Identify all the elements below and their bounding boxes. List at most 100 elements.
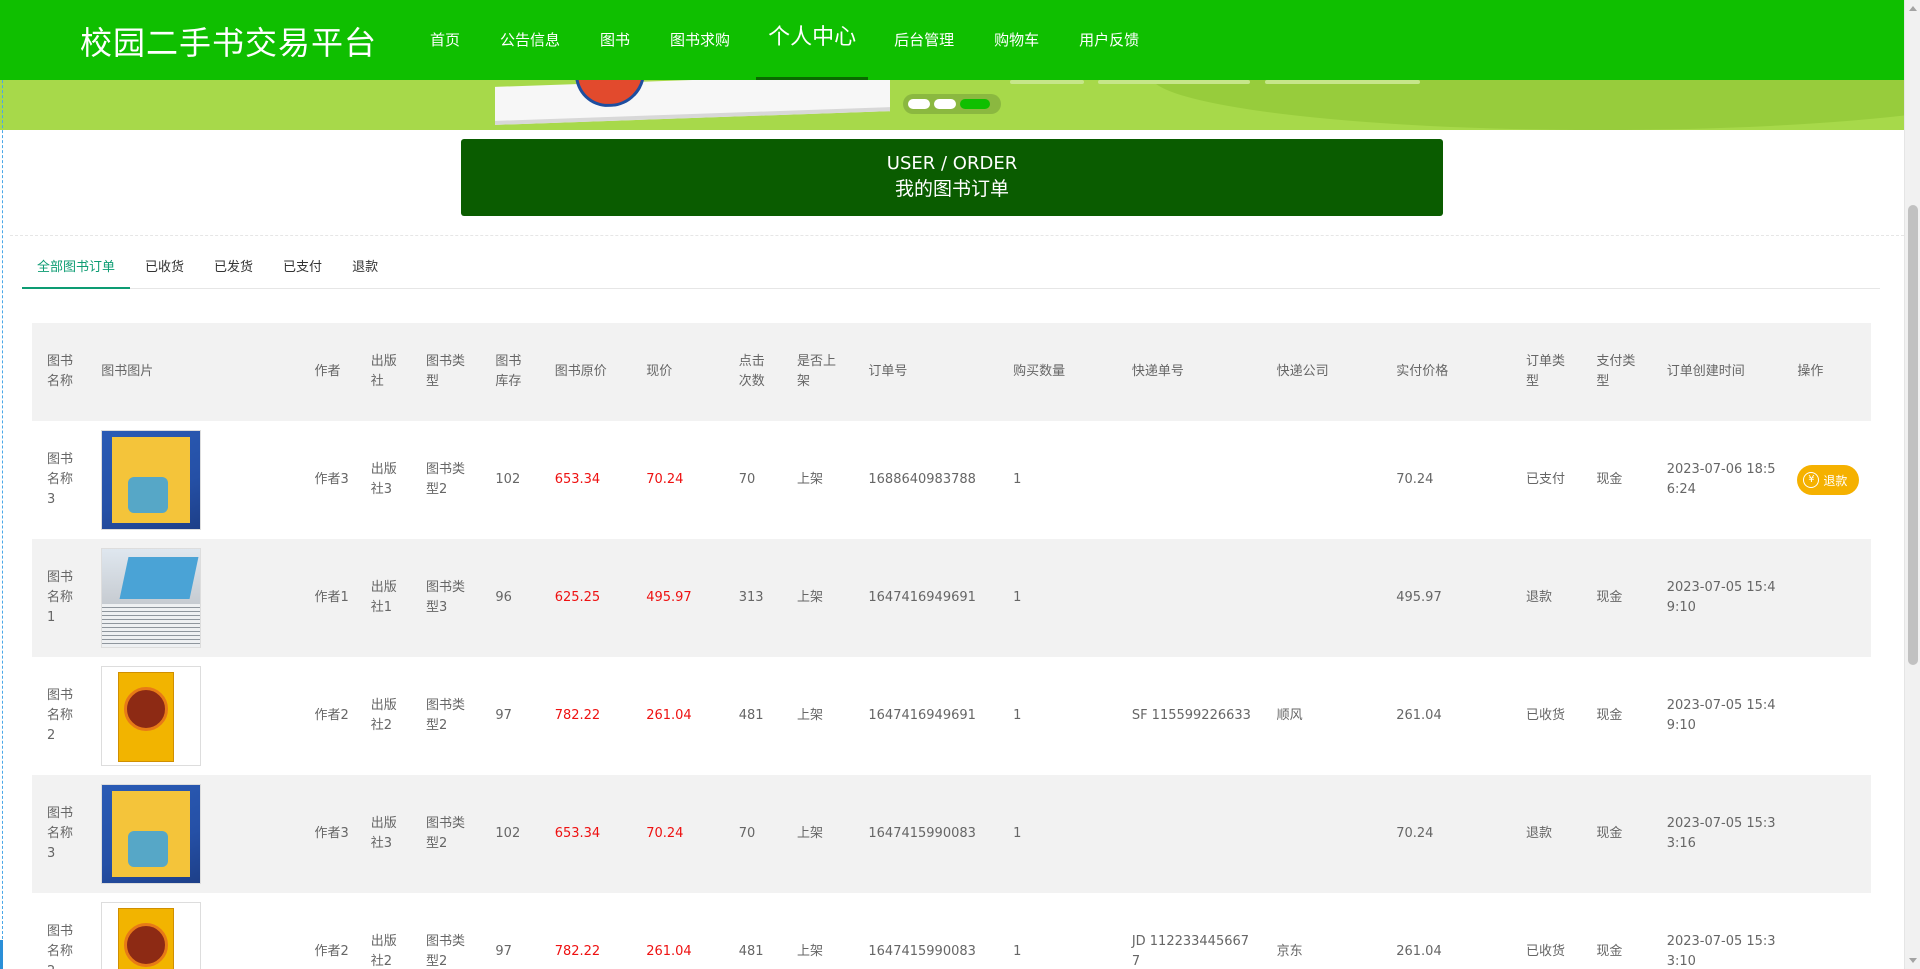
scroll-thumb[interactable]	[1908, 205, 1918, 665]
cell-created: 2023-07-05 15:33:10	[1666, 934, 1776, 969]
cell-tracking	[1117, 775, 1262, 893]
cell-created: 2023-07-05 15:49:10	[1666, 580, 1776, 615]
cell-price: 261.04	[646, 944, 692, 959]
site-brand[interactable]: 校园二手书交易平台	[80, 18, 377, 64]
cell-price: 261.04	[646, 708, 692, 723]
cell-order-type: 退款	[1525, 590, 1552, 605]
cell-listed: 上架	[797, 826, 824, 841]
table-row: 图书名称1 作者1 出版社1 图书类型3 96 625.25 495.97 313 上架 1647…	[32, 539, 1871, 657]
refund-label: 退款	[1823, 473, 1848, 488]
cell-clicks: 313	[738, 590, 764, 605]
book-cover-image[interactable]	[101, 666, 202, 766]
column-header: 出版社	[370, 354, 397, 389]
cell-type: 图书类型2	[426, 698, 466, 733]
column-header: 操作	[1797, 364, 1824, 379]
refund-button[interactable]: ¥ 退款	[1797, 465, 1860, 495]
main-nav: 首页 公告信息 图书 图书求购 个人中心 后台管理 购物车 用户反馈	[410, 0, 1159, 80]
banner-shade	[1150, 80, 1904, 130]
cell-name: 图书名称3	[47, 452, 74, 507]
cell-order-type: 已支付	[1525, 472, 1565, 487]
page-title-box: USER / ORDER 我的图书订单	[461, 139, 1443, 216]
nav-item-0[interactable]: 首页	[410, 0, 480, 80]
nav-item-1[interactable]: 公告信息	[480, 0, 580, 80]
cell-tracking	[1117, 539, 1262, 657]
cell-created: 2023-07-05 15:49:10	[1666, 698, 1776, 733]
book-cover-image[interactable]	[101, 902, 202, 969]
carousel-dot[interactable]	[934, 99, 956, 109]
cell-author: 作者3	[314, 826, 349, 841]
section-divider	[10, 235, 1904, 236]
column-header: 订单号	[868, 364, 908, 379]
column-header: 是否上架	[797, 354, 837, 389]
cell-courier: 顺风	[1276, 708, 1303, 723]
cell-pay-type: 现金	[1596, 708, 1623, 723]
cell-author: 作者2	[314, 944, 349, 959]
book-cover-image[interactable]	[101, 784, 202, 884]
cell-order-type: 退款	[1525, 826, 1552, 841]
cell-paid: 261.04	[1396, 944, 1442, 959]
cell-image	[86, 893, 299, 969]
book-cover-image[interactable]	[101, 430, 202, 530]
tab-4[interactable]: 退款	[337, 250, 393, 289]
cell-price: 70.24	[646, 472, 684, 487]
book-cover-image[interactable]	[101, 548, 202, 648]
table-header-row: 图书名称 图书图片 作者 出版社 图书类型 图书库存 图书原价 现价 点击次数 是否上架 订单号 购买…	[32, 323, 1871, 421]
nav-item-6[interactable]: 购物车	[974, 0, 1059, 80]
column-header: 现价	[646, 364, 673, 379]
cell-pay-type: 现金	[1596, 944, 1623, 959]
cell-action	[1782, 657, 1871, 775]
cell-order-type: 已收货	[1525, 708, 1565, 723]
nav-item-2[interactable]: 图书	[580, 0, 650, 80]
nav-item-3[interactable]: 图书求购	[650, 0, 750, 80]
carousel-dot-active[interactable]	[960, 99, 990, 109]
tab-3[interactable]: 已支付	[268, 250, 337, 289]
selection-guide-mark	[0, 940, 3, 969]
column-header: 订单创建时间	[1666, 364, 1745, 379]
column-header: 点击次数	[738, 354, 765, 389]
cell-qty: 1	[1013, 472, 1022, 487]
banner-book-image	[495, 80, 890, 125]
column-header: 订单类型	[1525, 354, 1565, 389]
page-title-en: USER / ORDER	[886, 153, 1018, 174]
column-header: 购买数量	[1013, 364, 1066, 379]
cell-orig-price: 625.25	[554, 590, 601, 605]
cell-courier	[1262, 775, 1382, 893]
order-table-wrap: 图书名称 图书图片 作者 出版社 图书类型 图书库存 图书原价 现价 点击次数 是否上架 订单号 购买…	[32, 323, 1871, 969]
cell-type: 图书类型2	[426, 462, 466, 497]
scroll-up-arrow-icon[interactable]	[1909, 6, 1917, 11]
cell-pay-type: 现金	[1596, 590, 1623, 605]
cell-clicks: 70	[738, 472, 756, 487]
cell-listed: 上架	[797, 944, 824, 959]
table-row: 图书名称3 作者3 出版社3 图书类型2 102 653.34 70.24 70 上架 16886…	[32, 421, 1871, 539]
table-row: 图书名称2 作者2 出版社2 图书类型2 97 782.22 261.04 481 上架 1647…	[32, 893, 1871, 969]
cell-tracking: JD 1122334456677	[1131, 934, 1250, 969]
order-table: 图书名称 图书图片 作者 出版社 图书类型 图书库存 图书原价 现价 点击次数 是否上架 订单号 购买…	[32, 323, 1871, 969]
tab-1[interactable]: 已收货	[130, 250, 199, 289]
tab-2[interactable]: 已发货	[199, 250, 268, 289]
cell-created: 2023-07-06 18:56:24	[1666, 462, 1776, 497]
cell-order-no: 1647416949691	[868, 708, 976, 723]
cell-image	[86, 657, 299, 775]
nav-item-5[interactable]: 后台管理	[874, 0, 974, 80]
cell-publisher: 出版社1	[370, 580, 397, 615]
nav-item-4[interactable]: 个人中心	[756, 0, 869, 80]
cell-tracking	[1117, 421, 1262, 539]
cell-courier	[1262, 421, 1382, 539]
cell-listed: 上架	[797, 708, 824, 723]
carousel-dot[interactable]	[908, 99, 930, 109]
cell-pay-type: 现金	[1596, 826, 1623, 841]
column-header: 实付价格	[1396, 364, 1449, 379]
cell-orig-price: 782.22	[554, 708, 601, 723]
nav-item-7[interactable]: 用户反馈	[1059, 0, 1159, 80]
tab-0[interactable]: 全部图书订单	[22, 250, 131, 289]
column-header: 作者	[314, 364, 341, 379]
cell-order-no: 1647416949691	[868, 590, 976, 605]
cell-author: 作者1	[314, 590, 349, 605]
scroll-down-arrow-icon[interactable]	[1909, 958, 1917, 963]
column-header: 图书名称	[47, 354, 74, 389]
cell-type: 图书类型2	[426, 816, 466, 851]
banner-deco	[1098, 80, 1250, 84]
carousel-indicator[interactable]	[903, 94, 1001, 114]
cell-tracking: SF 115599226633	[1131, 708, 1251, 723]
page-scrollbar[interactable]	[1904, 0, 1920, 969]
